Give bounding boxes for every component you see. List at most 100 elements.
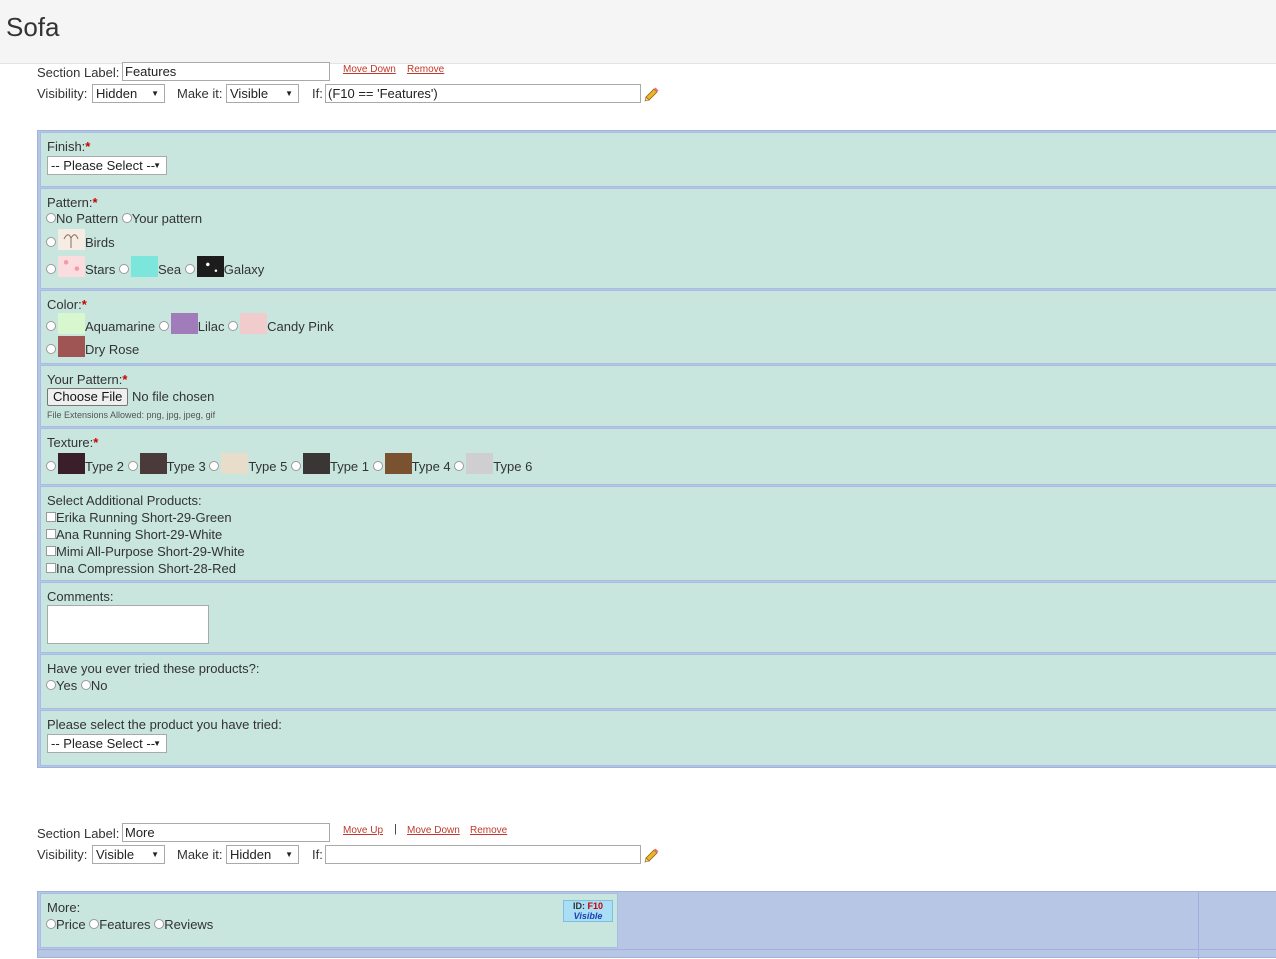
radio-type-5[interactable] <box>209 461 220 471</box>
tried-product-select-value: -- Please Select -- <box>51 736 156 751</box>
radio-type-6[interactable] <box>454 461 465 471</box>
additional-products-label: Select Additional Products: <box>47 493 202 508</box>
link-separator: | <box>394 823 397 835</box>
sea-swatch <box>130 256 158 277</box>
make-it-select[interactable]: Hidden ▼ <box>226 845 299 864</box>
finish-select[interactable]: -- Please Select -- ▼ <box>47 156 167 175</box>
type-3-swatch <box>139 453 167 474</box>
required-marker: * <box>122 372 128 387</box>
section-more-grid: More: Price Features Reviews ID: F10 Vis… <box>37 891 1276 959</box>
choose-file-button[interactable]: Choose File <box>47 388 129 406</box>
radio-type-1[interactable] <box>290 461 301 471</box>
visibility-select[interactable]: Visible ▼ <box>92 845 165 864</box>
if-condition-input[interactable] <box>325 84 641 103</box>
type-6-swatch <box>466 453 494 474</box>
radio-your-pattern[interactable] <box>121 213 132 223</box>
option-label: Type 4 <box>411 459 451 474</box>
chevron-down-icon: ▼ <box>151 89 159 98</box>
if-caption: If: <box>312 86 323 101</box>
your-pattern-label: Your Pattern: <box>47 372 123 387</box>
radio-dry-rose[interactable] <box>46 344 56 354</box>
field-more: More: Price Features Reviews ID: F10 Vis… <box>40 893 618 948</box>
product-label: Mimi All-Purpose Short-29-White <box>56 544 245 559</box>
section-label-caption: Section Label: <box>37 826 120 841</box>
field-texture: Texture:* Type 2 Type 3 Type 5 Type 1 Ty… <box>40 428 1276 485</box>
color-label: Color: <box>47 297 82 312</box>
chevron-down-icon: ▼ <box>153 739 161 748</box>
move-up-link[interactable]: Move Up <box>343 825 383 836</box>
pencil-icon[interactable] <box>643 86 659 102</box>
make-it-caption: Make it: <box>177 86 223 101</box>
radio-no-pattern[interactable] <box>46 213 56 223</box>
pencil-icon[interactable] <box>643 847 659 863</box>
dry-rose-swatch <box>58 336 85 357</box>
option-label: Aquamarine <box>85 319 156 334</box>
option-label: Candy Pink <box>267 319 334 334</box>
required-marker: * <box>81 297 87 312</box>
field-comments: Comments: <box>40 582 1276 653</box>
chevron-down-icon: ▼ <box>151 850 159 859</box>
radio-lilac[interactable] <box>158 321 169 331</box>
move-down-link[interactable]: Move Down <box>343 64 396 75</box>
field-finish: Finish:* -- Please Select -- ▼ <box>40 132 1276 187</box>
finish-label: Finish: <box>47 139 86 154</box>
field-tried: Have you ever tried these products?: Yes… <box>40 654 1276 709</box>
checkbox-product[interactable] <box>46 512 56 522</box>
radio-sea[interactable] <box>118 264 129 274</box>
tried-product-select[interactable]: -- Please Select -- ▼ <box>47 734 167 753</box>
field-tried-product: Please select the product you have tried… <box>40 710 1276 766</box>
visibility-select[interactable]: Hidden ▼ <box>92 84 165 103</box>
option-label: Type 5 <box>248 459 288 474</box>
radio-type-3[interactable] <box>127 461 138 471</box>
radio-features[interactable] <box>89 919 100 929</box>
radio-yes[interactable] <box>46 680 56 690</box>
move-down-link[interactable]: Move Down <box>407 825 460 836</box>
visibility-caption: Visibility: <box>37 86 88 101</box>
radio-type-2[interactable] <box>46 461 56 471</box>
pattern-label: Pattern: <box>47 195 93 210</box>
badge-status: Visible <box>573 911 603 921</box>
radio-candy-pink[interactable] <box>228 321 239 331</box>
if-caption: If: <box>312 847 323 862</box>
section-label-input[interactable] <box>122 823 330 842</box>
tried-label: Have you ever tried these products?: <box>47 661 260 676</box>
option-label: Sea <box>157 262 182 277</box>
checkbox-product[interactable] <box>46 546 56 556</box>
radio-price[interactable] <box>46 919 56 929</box>
radio-reviews[interactable] <box>154 919 165 929</box>
finish-select-value: -- Please Select -- <box>51 158 156 173</box>
checkbox-product[interactable] <box>46 529 56 539</box>
remove-link[interactable]: Remove <box>470 825 507 836</box>
section-label-input[interactable] <box>122 62 330 81</box>
if-condition-input[interactable] <box>325 845 641 864</box>
option-label: Lilac <box>197 319 225 334</box>
grid-divider <box>38 949 1276 950</box>
option-label: Type 1 <box>329 459 369 474</box>
radio-birds[interactable] <box>46 237 56 247</box>
lilac-swatch <box>170 313 198 334</box>
radio-galaxy[interactable] <box>184 264 195 274</box>
option-label: Dry Rose <box>85 342 140 357</box>
radio-stars[interactable] <box>46 264 56 274</box>
birds-swatch <box>58 229 85 250</box>
option-label: Features <box>99 917 151 932</box>
make-it-value: Hidden <box>230 847 272 862</box>
file-status: No file chosen <box>132 389 215 404</box>
comments-textarea[interactable] <box>47 605 209 644</box>
make-it-select[interactable]: Visible ▼ <box>226 84 299 103</box>
option-label: Reviews <box>164 917 214 932</box>
chevron-down-icon: ▼ <box>285 850 293 859</box>
field-additional-products: Select Additional Products: Erika Runnin… <box>40 486 1276 581</box>
visibility-value: Visible <box>96 847 135 862</box>
type-2-swatch <box>58 453 85 474</box>
remove-link[interactable]: Remove <box>407 64 444 75</box>
make-it-value: Visible <box>230 86 269 101</box>
option-label: Type 3 <box>166 459 206 474</box>
stars-swatch <box>58 256 85 277</box>
make-it-caption: Make it: <box>177 847 223 862</box>
radio-aquamarine[interactable] <box>46 321 56 331</box>
radio-type-4[interactable] <box>372 461 383 471</box>
checkbox-product[interactable] <box>46 563 56 573</box>
radio-no[interactable] <box>80 680 91 690</box>
option-label: Yes <box>56 678 78 693</box>
